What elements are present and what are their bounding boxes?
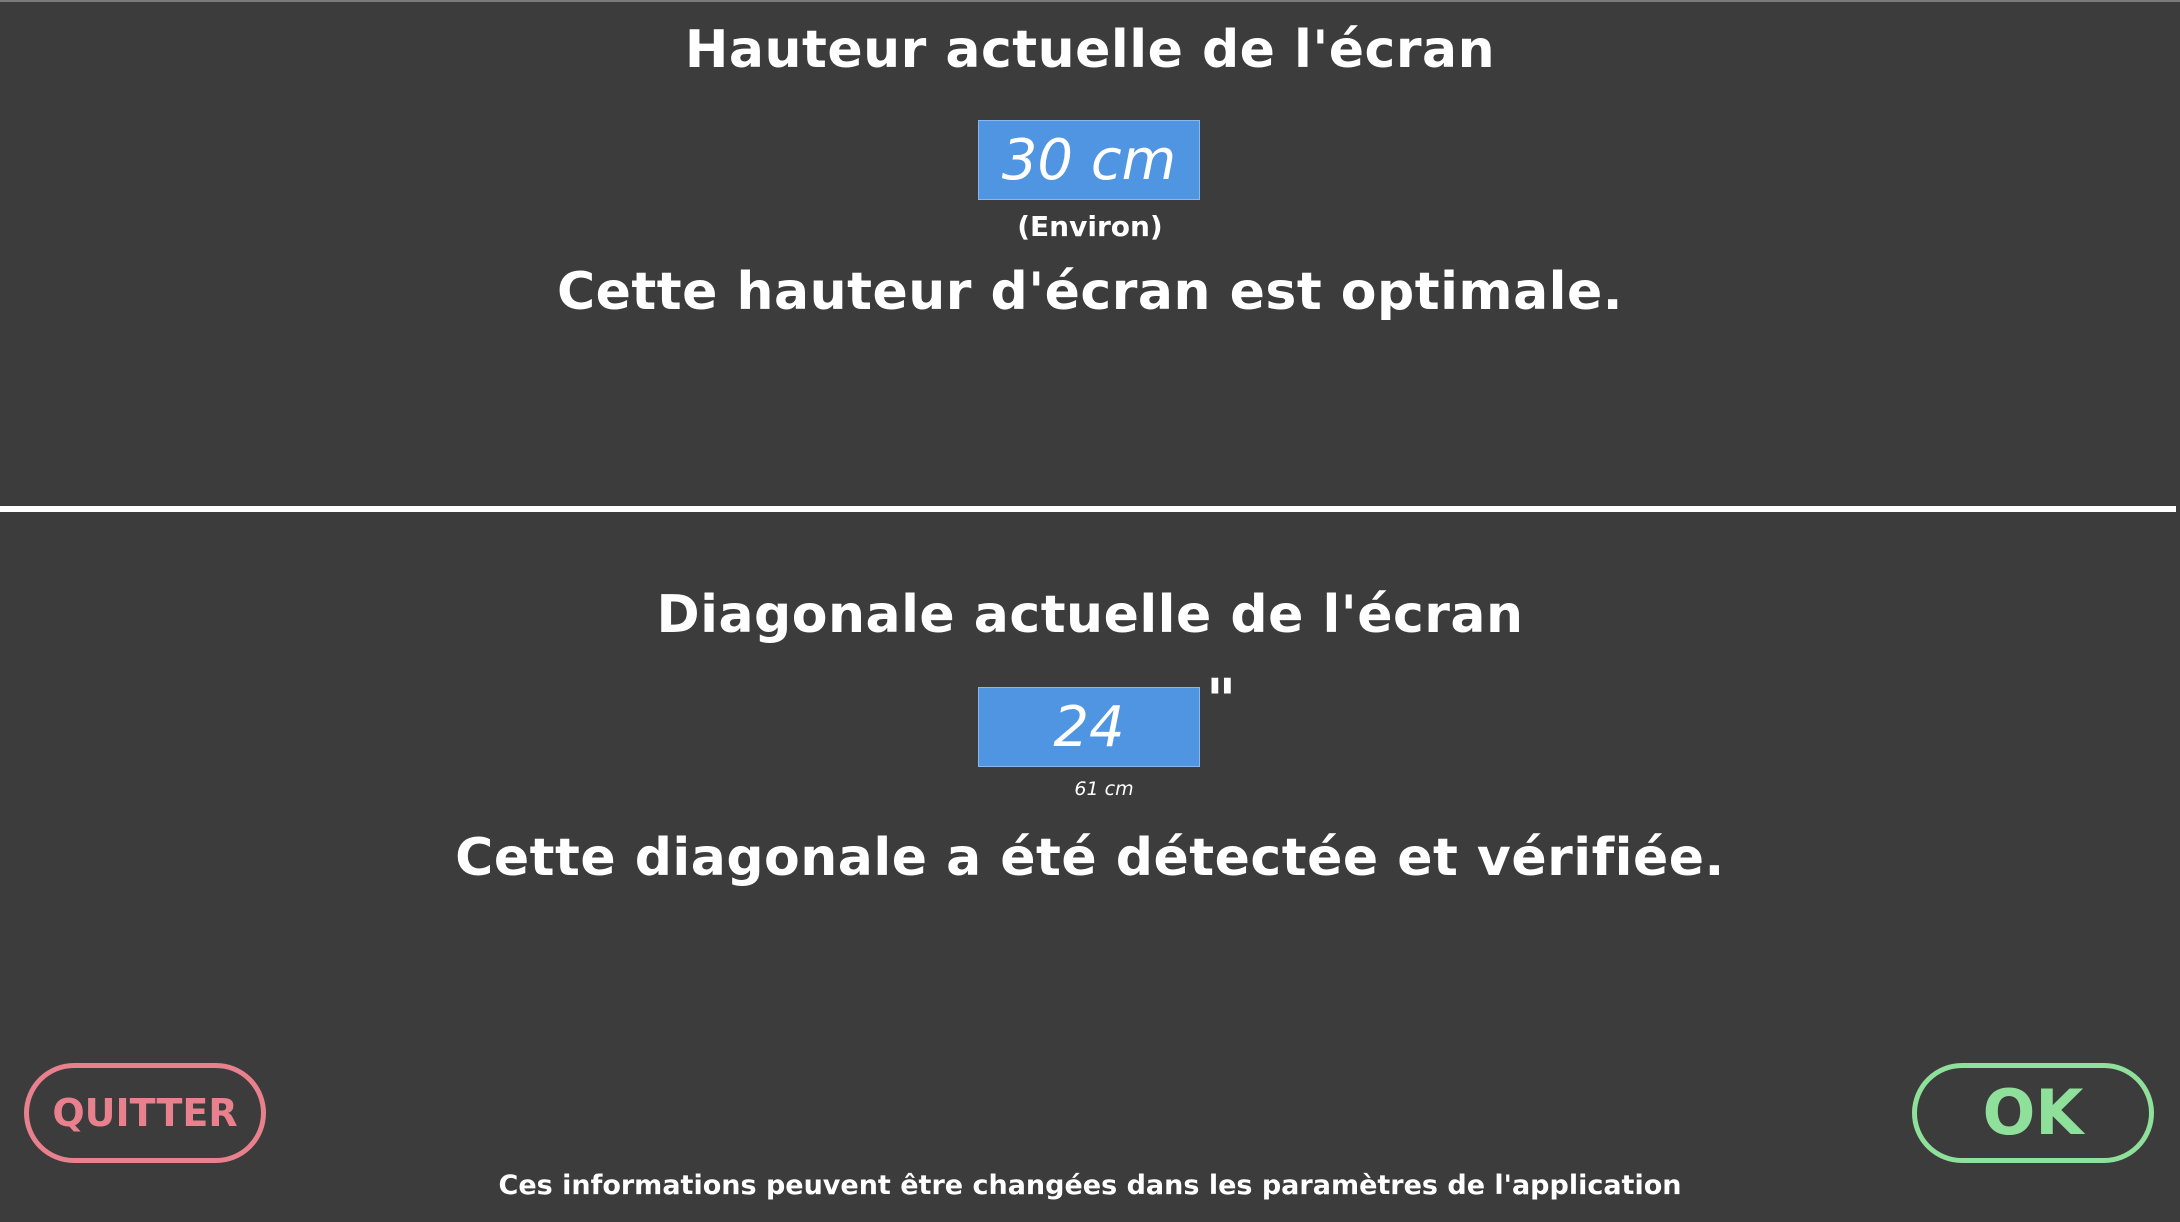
footer-note: Ces informations peuvent être changées d… [498,1170,1682,1201]
height-title: Hauteur actuelle de l'écran [684,20,1496,80]
diagonal-title: Diagonale actuelle de l'écran [656,585,1524,645]
inch-unit-mark: " [1206,666,1237,734]
height-value-field[interactable]: 30 cm [978,120,1200,200]
section-divider [0,506,2176,512]
diagonal-metric-label: 61 cm [1074,778,1134,800]
ok-button[interactable]: OK [1912,1063,2154,1163]
diagonal-status: Cette diagonale a été détectée et vérifi… [455,828,1725,888]
height-status: Cette hauteur d'écran est optimale. [556,262,1624,322]
height-approx-note: (Environ) [1017,210,1163,243]
quit-button[interactable]: QUITTER [24,1063,266,1163]
diagonal-value-field[interactable]: 24 [978,687,1200,767]
